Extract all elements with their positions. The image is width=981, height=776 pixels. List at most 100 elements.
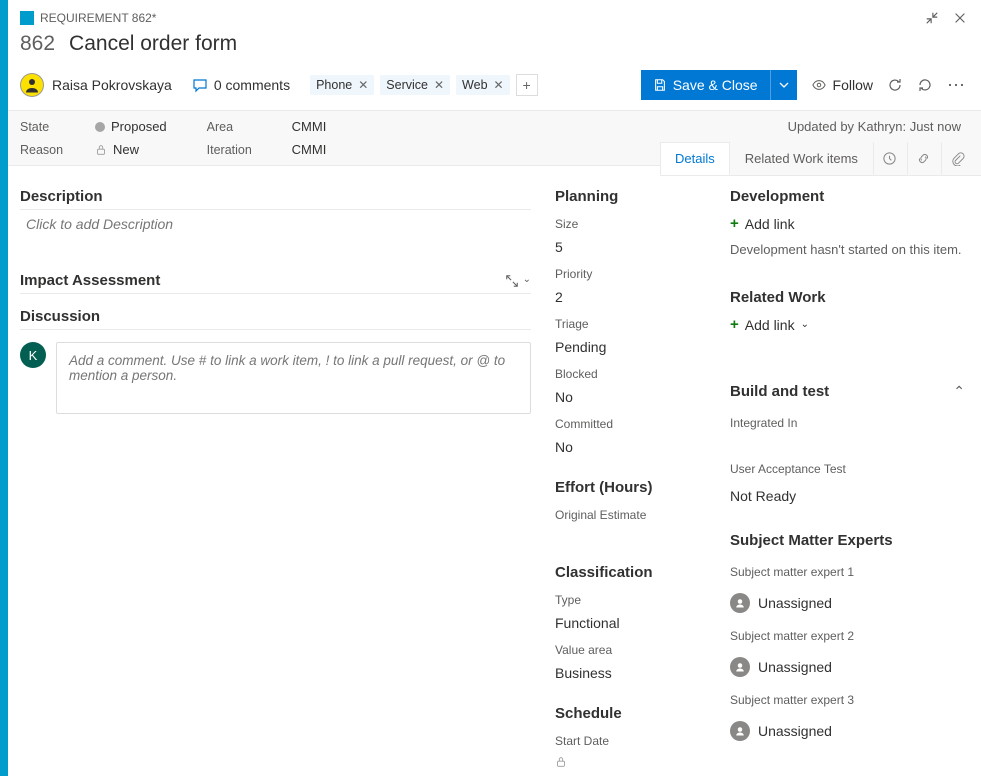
discussion-input[interactable]: Add a comment. Use # to link a work item…	[56, 342, 531, 414]
type-value[interactable]: Functional	[555, 615, 713, 631]
development-empty-text: Development hasn't started on this item.	[730, 242, 965, 257]
tab-history-icon[interactable]	[873, 142, 907, 175]
tag-label: Service	[386, 78, 428, 92]
tab-details[interactable]: Details	[660, 142, 730, 175]
description-title: Description	[20, 188, 531, 205]
reason-value[interactable]: New	[95, 142, 139, 157]
related-work-title: Related Work	[730, 289, 965, 306]
effort-title: Effort (Hours)	[555, 479, 713, 496]
priority-label: Priority	[555, 267, 713, 281]
person-icon	[730, 593, 750, 613]
tab-attachments-icon[interactable]	[941, 142, 975, 175]
sme3-picker[interactable]: Unassigned	[730, 721, 965, 741]
tag-remove-icon[interactable]: ✕	[358, 78, 368, 92]
reason-label: Reason	[20, 143, 65, 157]
refresh-icon[interactable]	[887, 77, 903, 93]
save-close-button[interactable]: Save & Close	[641, 70, 797, 100]
state-value[interactable]: Proposed	[95, 119, 167, 134]
tag[interactable]: Service ✕	[380, 75, 450, 95]
assignee-picker[interactable]: Raisa Pokrovskaya	[20, 73, 172, 97]
triage-label: Triage	[555, 317, 713, 331]
person-icon	[730, 657, 750, 677]
uat-label: User Acceptance Test	[730, 462, 965, 476]
comment-icon	[192, 77, 208, 93]
main-column: Description Click to add Description Imp…	[8, 176, 547, 776]
integrated-in-label: Integrated In	[730, 416, 965, 430]
size-value[interactable]: 5	[555, 239, 713, 255]
header: REQUIREMENT 862* 862 Cancel order form	[0, 0, 981, 62]
expand-icon[interactable]	[505, 274, 519, 288]
tag-remove-icon[interactable]: ✕	[434, 78, 444, 92]
area-label: Area	[207, 120, 262, 134]
follow-button[interactable]: Follow	[811, 77, 873, 93]
updated-text: Updated by Kathryn: Just now	[788, 119, 961, 134]
sme3-value: Unassigned	[758, 723, 832, 739]
sme1-value: Unassigned	[758, 595, 832, 611]
related-add-link[interactable]: + Add link ⌄	[730, 316, 965, 333]
development-add-link[interactable]: + Add link	[730, 215, 965, 232]
sme-title: Subject Matter Experts	[730, 532, 965, 549]
assignee-name: Raisa Pokrovskaya	[52, 77, 172, 93]
planning-title: Planning	[555, 188, 713, 205]
chevron-down-icon[interactable]: ⌄	[523, 274, 531, 288]
original-estimate-label: Original Estimate	[555, 508, 713, 522]
start-date-value[interactable]	[555, 756, 713, 768]
tabs: Details Related Work items	[660, 142, 981, 176]
valuearea-value[interactable]: Business	[555, 665, 713, 681]
toolbar: Raisa Pokrovskaya 0 comments Phone ✕ Serv…	[0, 62, 981, 110]
item-id: 862	[20, 32, 55, 56]
classification-title: Classification	[555, 564, 713, 581]
content: Description Click to add Description Imp…	[8, 176, 981, 776]
triage-value[interactable]: Pending	[555, 339, 713, 355]
valuearea-label: Value area	[555, 643, 713, 657]
undo-icon[interactable]	[917, 77, 933, 93]
state-label: State	[20, 120, 65, 134]
eye-icon	[811, 78, 827, 92]
tags: Phone ✕ Service ✕ Web✕ +	[310, 74, 538, 96]
impact-title: Impact Assessment	[20, 272, 160, 289]
priority-value[interactable]: 2	[555, 289, 713, 305]
save-label: Save & Close	[673, 77, 758, 93]
tag-remove-icon[interactable]: ✕	[494, 78, 504, 92]
tab-related-work-items[interactable]: Related Work items	[730, 142, 873, 175]
sme3-label: Subject matter expert 3	[730, 693, 965, 707]
sme2-picker[interactable]: Unassigned	[730, 657, 965, 677]
tag-label: Phone	[316, 78, 352, 92]
planning-column: Planning Size 5 Priority 2 Triage Pendin…	[547, 176, 721, 776]
sme2-value: Unassigned	[758, 659, 832, 675]
iteration-value[interactable]: CMMI	[292, 142, 327, 157]
schedule-title: Schedule	[555, 705, 713, 722]
avatar	[20, 73, 44, 97]
divider	[20, 293, 531, 294]
more-actions-icon[interactable]: ⋯	[947, 75, 967, 96]
current-user-avatar: K	[20, 342, 46, 368]
tag[interactable]: Web✕	[456, 75, 510, 95]
add-tag-button[interactable]: +	[516, 74, 538, 96]
comments-button[interactable]: 0 comments	[192, 77, 290, 93]
area-value[interactable]: CMMI	[292, 119, 327, 134]
close-icon[interactable]	[953, 11, 967, 25]
item-title[interactable]: Cancel order form	[69, 32, 237, 56]
development-title: Development	[730, 188, 965, 205]
uat-value[interactable]: Not Ready	[730, 488, 965, 504]
description-input[interactable]: Click to add Description	[20, 216, 531, 232]
lock-icon	[555, 756, 567, 768]
committed-value[interactable]: No	[555, 439, 713, 455]
save-icon	[653, 78, 667, 92]
blocked-label: Blocked	[555, 367, 713, 381]
blocked-value[interactable]: No	[555, 389, 713, 405]
sme2-label: Subject matter expert 2	[730, 629, 965, 643]
save-dropdown-caret[interactable]	[770, 70, 797, 100]
lock-icon	[95, 144, 107, 156]
sme1-label: Subject matter expert 1	[730, 565, 965, 579]
discussion-title: Discussion	[20, 308, 531, 325]
chevron-down-icon: ⌄	[801, 319, 809, 330]
build-test-title: Build and test	[730, 383, 829, 400]
tab-links-icon[interactable]	[907, 142, 941, 175]
start-date-label: Start Date	[555, 734, 713, 748]
sme1-picker[interactable]: Unassigned	[730, 593, 965, 613]
collapse-icon[interactable]	[925, 11, 939, 25]
plus-icon: +	[730, 215, 739, 232]
tag[interactable]: Phone ✕	[310, 75, 374, 95]
collapse-section-icon[interactable]: ⌃	[953, 383, 965, 400]
